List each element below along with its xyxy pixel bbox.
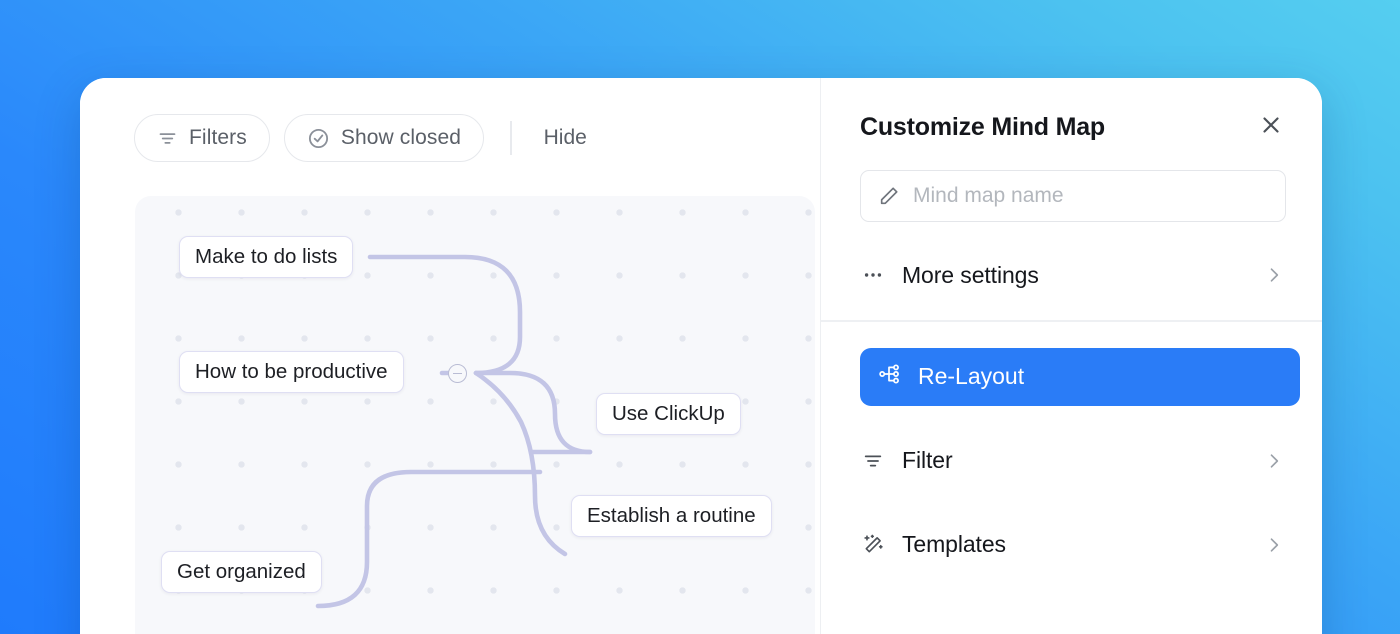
chevron-right-icon <box>1264 535 1284 555</box>
mindmap-node[interactable]: Make to do lists <box>179 236 354 278</box>
panel-row-templates[interactable]: Templates <box>860 516 1300 574</box>
filter-lines-icon <box>157 128 178 149</box>
panel-header: Customize Mind Map <box>821 78 1322 144</box>
panel-row-label: Filter <box>902 447 953 473</box>
chevron-right-icon <box>1264 451 1284 471</box>
node-label: Establish a routine <box>587 504 756 527</box>
app-window: Filters Show closed Hide Make to do list… <box>80 78 1322 634</box>
panel-row-label: Templates <box>902 531 1006 557</box>
close-icon <box>1259 113 1283 142</box>
hide-button[interactable]: Hide <box>536 120 595 156</box>
mindmap-canvas[interactable]: Make to do lists How to be productive Us… <box>135 196 815 634</box>
filter-lines-icon <box>860 450 886 472</box>
mind-map-name-input[interactable] <box>913 184 1268 208</box>
show-closed-button[interactable]: Show closed <box>283 114 485 162</box>
minus-circle-icon[interactable] <box>448 364 467 383</box>
ellipsis-icon <box>860 264 886 286</box>
hierarchy-icon <box>878 362 902 391</box>
panel-row-more-settings[interactable]: More settings <box>860 246 1300 304</box>
mindmap-region: Filters Show closed Hide Make to do list… <box>80 78 820 634</box>
show-closed-label: Show closed <box>340 126 462 149</box>
panel-divider <box>821 320 1322 322</box>
node-label: Make to do lists <box>195 245 338 268</box>
customize-panel: Customize Mind Map Mind map name More se… <box>820 78 1322 634</box>
node-label: How to be productive <box>195 360 388 383</box>
close-button[interactable] <box>1254 110 1288 144</box>
panel-row-label: More settings <box>902 261 1039 288</box>
mindmap-toolbar: Filters Show closed Hide <box>134 114 595 162</box>
mindmap-node[interactable]: Establish a routine <box>571 495 772 537</box>
pencil-icon <box>878 185 900 207</box>
mindmap-node[interactable]: Get organized <box>161 551 322 593</box>
magic-wand-icon <box>860 533 886 556</box>
node-label: Use ClickUp <box>612 402 725 425</box>
page-title: Customize Mind Map <box>860 112 1106 141</box>
chevron-right-icon <box>1264 265 1284 285</box>
filters-button[interactable]: Filters <box>134 114 270 162</box>
node-label: Get organized <box>177 560 306 583</box>
filters-label: Filters <box>189 126 247 149</box>
mindmap-node[interactable]: Use ClickUp <box>596 393 741 435</box>
panel-row-label: Re-Layout <box>918 363 1025 389</box>
mind-map-name-field[interactable] <box>860 170 1286 222</box>
mindmap-node[interactable]: How to be productive <box>179 351 404 393</box>
check-circle-icon <box>307 127 330 150</box>
panel-row-filter[interactable]: Filter <box>860 432 1300 490</box>
toolbar-divider <box>510 121 512 155</box>
panel-row-re-layout[interactable]: Re-Layout <box>860 347 1300 406</box>
